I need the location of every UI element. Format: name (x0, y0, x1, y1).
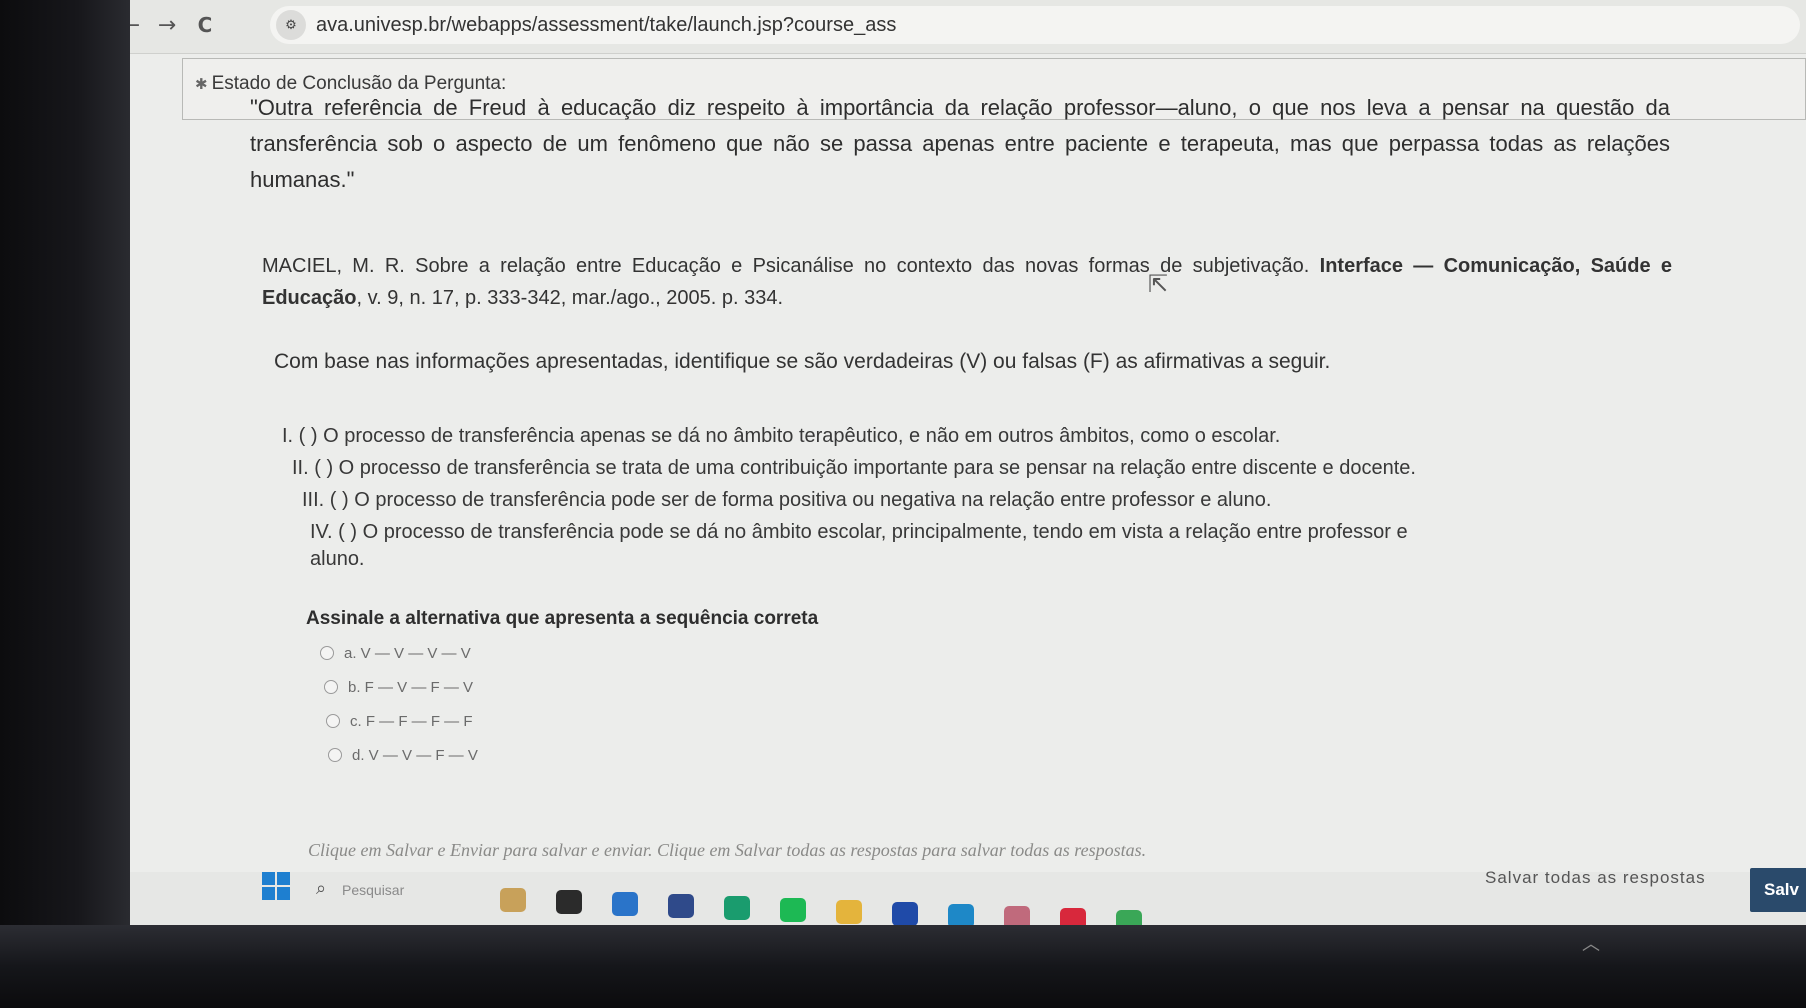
option-d-radio[interactable] (328, 748, 342, 762)
question-reference: MACIEL, M. R. Sobre a relação entre Educ… (262, 255, 1673, 309)
statement-4: IV. ( ) O processo de transferência pode… (310, 521, 1408, 543)
option-b-radio[interactable] (324, 680, 338, 694)
save-and-submit-button[interactable]: Salv (1750, 868, 1806, 912)
back-icon[interactable]: ← (130, 12, 144, 38)
screen: ← → C ⚙ ava.univesp.br/webapps/assessmen… (130, 0, 1806, 925)
option-a-label[interactable]: a. V — V — V — V (344, 645, 471, 662)
option-c-radio[interactable] (326, 714, 340, 728)
chrome-icon[interactable] (1116, 910, 1142, 925)
screen-bezel-left (0, 0, 130, 1008)
spotify-icon[interactable] (780, 898, 806, 922)
forward-icon[interactable]: → (154, 12, 180, 38)
option-c-label[interactable]: c. F — F — F — F (350, 713, 473, 730)
save-all-answers-button[interactable]: Salvar todas as respostas (1485, 868, 1706, 888)
statements-list: I. ( ) O processo de transferência apena… (282, 420, 1662, 570)
search-icon[interactable]: ⌕ (316, 878, 326, 899)
url-text[interactable]: ava.univesp.br/webapps/assessment/take/l… (316, 14, 896, 37)
option-b[interactable]: b. F — V — F — V (324, 670, 478, 704)
question-instruction: Com base nas informações apresentadas, i… (274, 350, 1331, 373)
answer-prompt: Assinale a alternativa que apresenta a s… (306, 608, 819, 629)
question-quote: "Outra referência de Freud à educação di… (250, 95, 1670, 192)
tray-chevron-up-icon[interactable]: ︿ (1582, 930, 1600, 956)
widgets-icon[interactable] (500, 888, 526, 912)
photos-icon[interactable] (948, 904, 974, 925)
store-icon[interactable] (612, 892, 638, 916)
option-c[interactable]: c. F — F — F — F (326, 704, 478, 738)
option-a[interactable]: a. V — V — V — V (320, 636, 478, 670)
option-b-label[interactable]: b. F — V — F — V (348, 679, 473, 696)
chat-icon[interactable] (668, 894, 694, 918)
status-star-icon: ✱ (195, 75, 208, 93)
edge-icon[interactable] (724, 896, 750, 920)
site-info-icon[interactable]: ⚙ (276, 10, 306, 40)
statement-1: I. ( ) O processo de transferência apena… (282, 425, 1281, 447)
calendar-icon[interactable] (892, 902, 918, 925)
statement-3: III. ( ) O processo de transferência pod… (302, 489, 1272, 511)
folder-icon[interactable] (836, 900, 862, 924)
start-icon[interactable] (262, 872, 290, 900)
option-d-label[interactable]: d. V — V — F — V (352, 747, 478, 764)
option-d[interactable]: d. V — V — F — V (328, 738, 478, 772)
file-explorer-icon[interactable] (556, 890, 582, 914)
opera-icon[interactable] (1060, 908, 1086, 925)
mouse-pointer-icon: ⇱ (1148, 270, 1169, 298)
statement-2: II. ( ) O processo de transferência se t… (292, 457, 1416, 479)
reload-icon[interactable]: C (192, 12, 218, 38)
address-bar[interactable]: ⚙ ava.univesp.br/webapps/assessment/take… (270, 6, 1800, 44)
option-a-radio[interactable] (320, 646, 334, 660)
submit-instructions: Clique em Salvar e Enviar para salvar e … (308, 840, 1147, 860)
screen-bezel-bottom (0, 925, 1806, 1008)
statement-4-continuation: aluno. (310, 548, 365, 570)
taskbar-search-input[interactable]: Pesquisar (342, 882, 404, 898)
answer-options: a. V — V — V — V b. F — V — F — V c. F —… (320, 636, 478, 772)
browser-toolbar: ← → C ⚙ ava.univesp.br/webapps/assessmen… (130, 0, 1806, 54)
app-icon[interactable] (1004, 906, 1030, 925)
